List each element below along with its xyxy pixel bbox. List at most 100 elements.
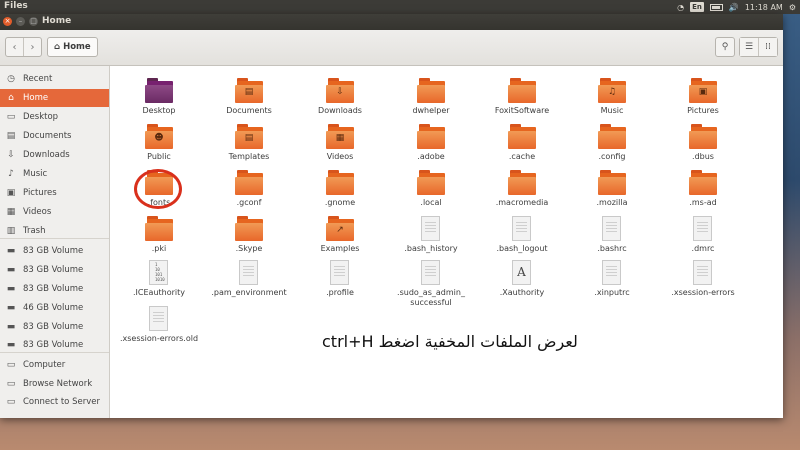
sidebar-item-pictures[interactable]: ▣ Pictures [0, 184, 109, 202]
file-name-label: Videos [326, 152, 354, 161]
sidebar-item-desktop[interactable]: ▭ Desktop [0, 108, 109, 126]
folder-emblem-icon: ↗ [336, 225, 344, 235]
folder-item[interactable]: ⇩ Downloads [295, 78, 385, 116]
folder-item[interactable]: ▤ Documents [204, 78, 294, 116]
search-icon: ⚲ [721, 42, 729, 52]
folder-item[interactable]: .ms-ad [658, 170, 748, 208]
folder-emblem-icon: ▦ [335, 133, 345, 143]
file-name-label: Desktop [142, 106, 176, 115]
sidebar: ◷ Recent ⌂ Home ▭ Desktop ▤ Documents ⇩ Downloads… [0, 66, 110, 418]
folder-item[interactable]: .pki [114, 216, 204, 254]
sidebar-item-label: Computer [23, 360, 66, 370]
sidebar-item-83-gb-volume[interactable]: ▬ 83 GB Volume [0, 318, 109, 336]
sidebar-item-83-gb-volume[interactable]: ▬ 83 GB Volume [0, 261, 109, 279]
folder-item[interactable]: .adobe [386, 124, 476, 162]
folder-item[interactable]: .local [386, 170, 476, 208]
search-button[interactable]: ⚲ [715, 37, 735, 57]
text-file-icon [689, 216, 717, 242]
file-item[interactable]: .xinputrc [567, 260, 657, 298]
sidebar-item-home[interactable]: ⌂ Home [0, 89, 109, 107]
file-item[interactable]: .profile [295, 260, 385, 298]
downloads-icon: ⇩ [7, 150, 15, 160]
forward-button[interactable]: › [24, 38, 41, 56]
grid-view-button[interactable]: ⁞⁞ [759, 38, 777, 56]
sidebar-item-recent[interactable]: ◷ Recent [0, 70, 109, 88]
maximize-button[interactable]: □ [29, 17, 38, 26]
sidebar-item-46-gb-volume[interactable]: ▬ 46 GB Volume [0, 299, 109, 317]
videos-icon: ▦ [6, 207, 16, 217]
folder-item[interactable]: .gnome [295, 170, 385, 208]
file-item[interactable]: .bashrc [567, 216, 657, 254]
folder-item[interactable]: dwhelper [386, 78, 476, 116]
sidebar-item-music[interactable]: ♪ Music [0, 165, 109, 183]
file-item[interactable]: .pam_environment [204, 260, 294, 298]
folder-item[interactable]: Desktop [114, 78, 204, 116]
list-view-button[interactable]: ☰ [740, 38, 759, 56]
folder-item[interactable]: .dbus [658, 124, 748, 162]
file-item[interactable]: .bash_history [386, 216, 476, 254]
app-name: Files [4, 1, 28, 11]
folder-icon: ▤ [235, 78, 263, 104]
folder-item[interactable]: .mozilla [567, 170, 657, 208]
file-name-label: .Xauthority [499, 288, 545, 297]
desktop-folder-icon [145, 78, 173, 104]
file-name-label: Templates [228, 152, 270, 161]
minimize-button[interactable]: – [16, 17, 25, 26]
close-button[interactable]: × [3, 17, 12, 26]
file-item[interactable]: .xsession-errors [658, 260, 748, 298]
folder-item[interactable]: .gconf [204, 170, 294, 208]
sidebar-item-label: 83 GB Volume [23, 265, 84, 275]
file-item[interactable]: .bash_logout [477, 216, 567, 254]
file-name-label: .xsession-errors.old [119, 334, 199, 343]
drive-icon: ▬ [6, 303, 16, 313]
folder-item[interactable]: ♫ Music [567, 78, 657, 116]
path-bar-home-button[interactable]: ⌂ Home [47, 37, 98, 57]
font-file-icon: A [508, 260, 536, 286]
folder-item[interactable]: .cache [477, 124, 567, 162]
home-icon: ⌂ [8, 93, 14, 103]
file-item[interactable]: A .Xauthority [477, 260, 567, 298]
sidebar-item-computer[interactable]: ▭ Computer [0, 356, 109, 374]
file-name-label: .bashrc [597, 244, 627, 253]
file-item[interactable]: .sudo_as_admin_ successful [386, 260, 476, 308]
folder-item[interactable]: ▦ Videos [295, 124, 385, 162]
sidebar-item-documents[interactable]: ▤ Documents [0, 127, 109, 145]
folder-item[interactable]: FoxitSoftware [477, 78, 567, 116]
network-icon: ▭ [6, 379, 16, 389]
folder-item[interactable]: ▣ Pictures [658, 78, 748, 116]
sidebar-item-83-gb-volume[interactable]: ▬ 83 GB Volume [0, 280, 109, 298]
navigation-buttons: ‹ › [5, 37, 42, 57]
wifi-icon[interactable]: ◔ [677, 3, 684, 12]
text-file-icon [235, 260, 263, 286]
folder-item[interactable]: .Skype [204, 216, 294, 254]
battery-icon[interactable] [709, 3, 723, 11]
folder-item[interactable]: ↗ Examples [295, 216, 385, 254]
sidebar-item-label: 83 GB Volume [23, 284, 84, 294]
file-item[interactable]: .dmrc [658, 216, 748, 254]
clock-time[interactable]: 11:18 AM [745, 3, 783, 12]
gear-icon[interactable]: ⚙ [789, 3, 796, 12]
sidebar-item-videos[interactable]: ▦ Videos [0, 203, 109, 221]
file-item[interactable]: .xsession-errors.old [114, 306, 204, 344]
sidebar-item-connect-to-server[interactable]: ▭ Connect to Server [0, 393, 109, 411]
title-bar[interactable]: × – □ Home [0, 14, 783, 30]
folder-icon [598, 170, 626, 196]
file-item[interactable]: 1 10 101 1010 .ICEauthority [114, 260, 204, 298]
file-name-label: Documents [226, 106, 272, 115]
sidebar-item-83-gb-volume[interactable]: ▬ 83 GB Volume [0, 242, 109, 260]
drive-icon: ▬ [6, 265, 16, 275]
folder-icon [417, 170, 445, 196]
back-button[interactable]: ‹ [6, 38, 24, 56]
sidebar-item-browse-network[interactable]: ▭ Browse Network [0, 375, 109, 393]
folder-item[interactable]: .macromedia [477, 170, 567, 208]
sidebar-item-downloads[interactable]: ⇩ Downloads [0, 146, 109, 164]
folder-item[interactable]: ☻ Public [114, 124, 204, 162]
folder-item[interactable]: .config [567, 124, 657, 162]
top-panel: Files ◔ En 🔊 11:18 AM ⚙ [0, 0, 800, 14]
folder-item[interactable]: ▤ Templates [204, 124, 294, 162]
folder-icon: ▦ [326, 124, 354, 150]
file-name-label: Pictures [687, 106, 719, 115]
volume-icon[interactable]: 🔊 [729, 3, 739, 12]
keyboard-language-indicator[interactable]: En [690, 2, 704, 12]
file-grid: Desktop ▤ Documents ⇩ Downloads dwhelper Foxit… [110, 66, 783, 418]
